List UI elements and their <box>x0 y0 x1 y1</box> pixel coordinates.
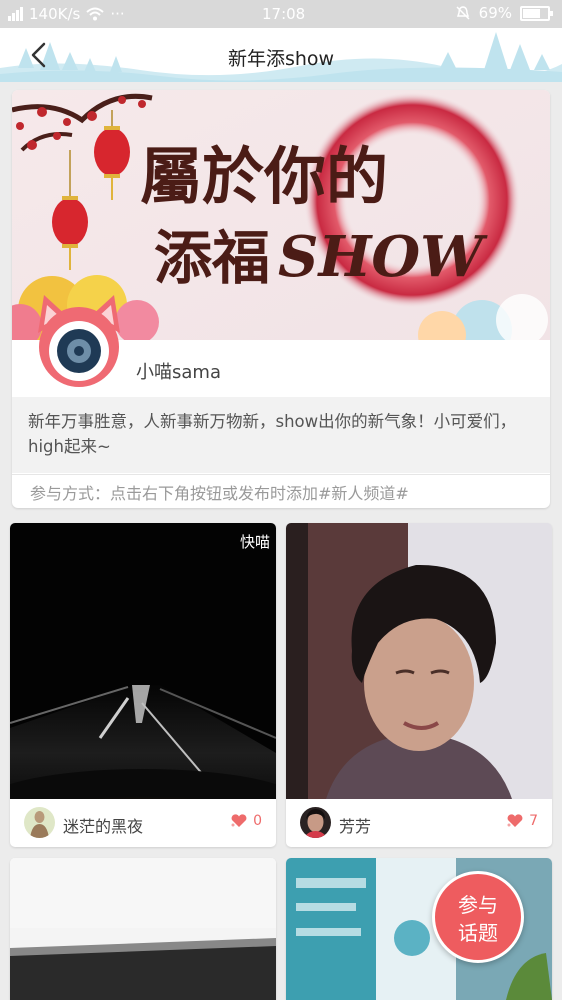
post-image[interactable] <box>10 523 276 799</box>
user-avatar[interactable] <box>24 807 55 838</box>
like-count: 7 <box>529 813 538 829</box>
user-name[interactable]: 迷茫的黑夜 <box>63 813 143 837</box>
author-name[interactable]: 小喵sama <box>136 358 221 384</box>
heart-icon <box>507 814 523 827</box>
app-header: 新年添show <box>0 28 562 82</box>
wifi-icon <box>86 7 105 21</box>
status-bar: 140K/s ··· 17:08 69% <box>0 0 562 28</box>
post-footer: 迷茫的黑夜 0 <box>10 799 276 847</box>
battery-icon <box>520 5 553 21</box>
post-card[interactable]: 快喵 迷茫的黑夜 0 <box>10 523 276 847</box>
join-topic-button[interactable]: 参与 话题 <box>432 871 524 963</box>
clock: 17:08 <box>262 5 306 23</box>
banner-title-line1: 屬於你的 <box>140 140 388 213</box>
post-image[interactable] <box>10 858 276 1000</box>
like-count: 0 <box>253 813 262 829</box>
post-footer: 芳芳 7 <box>286 799 552 847</box>
battery-fill <box>523 8 540 18</box>
battery-percent: 69% <box>478 4 512 22</box>
join-topic-label-line1: 参与 <box>458 893 498 917</box>
user-avatar[interactable] <box>300 807 331 838</box>
post-card[interactable]: 芳芳 7 <box>286 523 552 847</box>
like-button[interactable]: 7 <box>506 813 538 829</box>
like-button[interactable]: 0 <box>230 813 262 829</box>
mute-icon <box>456 6 470 20</box>
signal-icon <box>8 7 23 21</box>
join-topic-label-line2: 话题 <box>458 921 498 945</box>
post-image[interactable] <box>286 523 552 799</box>
topic-card: 屬於你的 添福 SHOW 小喵sama 新年万事胜意，人新事新万物新，show出… <box>12 90 550 508</box>
user-name[interactable]: 芳芳 <box>339 813 371 837</box>
author-avatar[interactable] <box>30 295 128 387</box>
topic-description: 新年万事胜意，人新事新万物新，show出你的新气象！小可爱们，high起来~ <box>12 397 550 473</box>
heart-icon <box>231 814 247 827</box>
participation-instructions: 参与方式：点击右下角按钮或发布时添加#新人频道# <box>12 474 550 508</box>
page-title: 新年添show <box>227 48 335 70</box>
app-watermark: 快喵 <box>239 533 270 551</box>
banner-title-line2-cn: 添福 <box>154 224 270 292</box>
banner-title-line2-en: SHOW <box>278 224 488 290</box>
status-dots: ··· <box>110 5 125 23</box>
network-speed: 140K/s <box>29 5 81 23</box>
post-card[interactable] <box>10 858 276 1000</box>
